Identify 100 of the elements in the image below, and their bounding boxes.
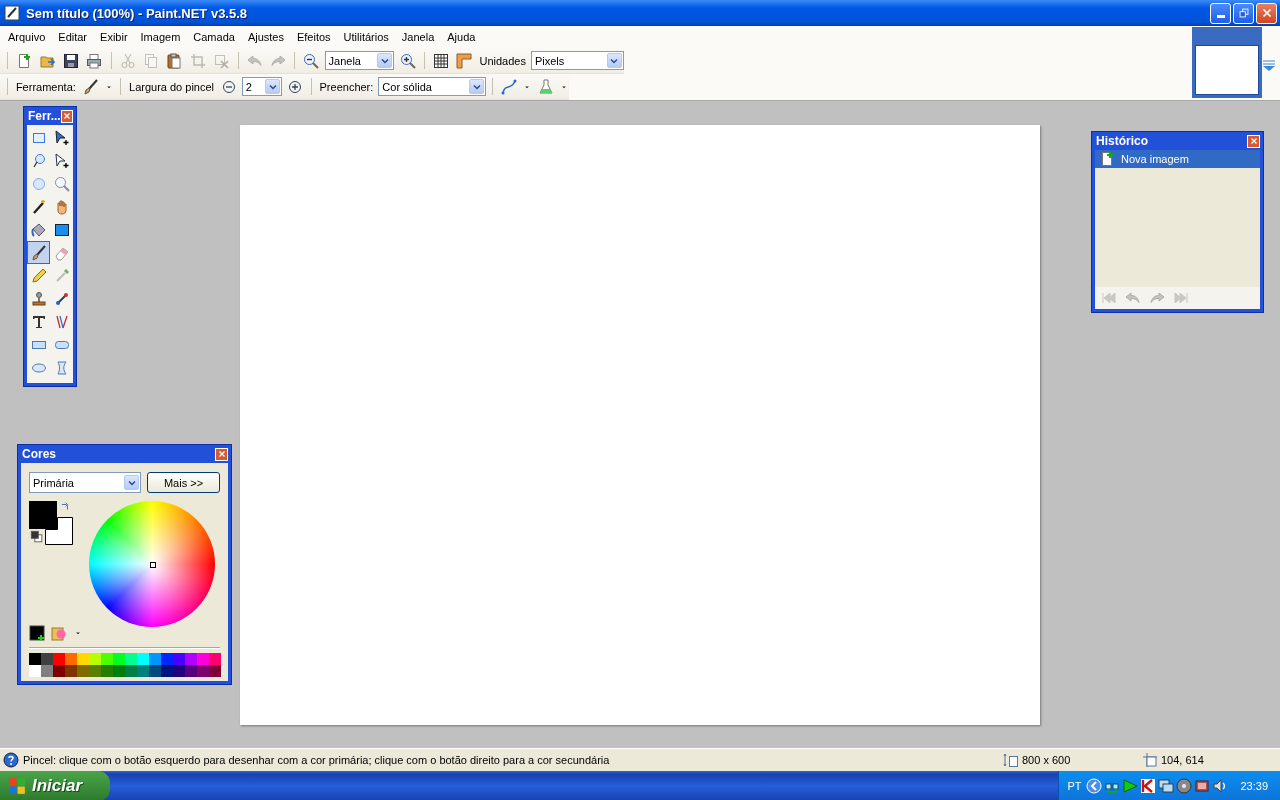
palette-swatch[interactable] <box>41 653 53 665</box>
palette-swatch[interactable] <box>65 653 77 665</box>
tray-monitor-icon[interactable] <box>1158 778 1175 794</box>
palette-swatch[interactable] <box>77 653 89 665</box>
zoom-in-icon[interactable] <box>399 52 416 69</box>
palette-swatch[interactable] <box>113 665 125 677</box>
palette-swatch[interactable] <box>137 665 149 677</box>
menu-item[interactable]: Editar <box>52 31 95 43</box>
palette-swatch[interactable] <box>29 665 41 677</box>
recolor-icon <box>53 290 70 307</box>
palette-folder-icon[interactable] <box>51 625 67 641</box>
cursor-position-icon <box>1142 752 1158 768</box>
palette-swatch[interactable] <box>77 665 89 677</box>
fill-dropdown[interactable]: Cor sólida <box>378 77 487 96</box>
palette-swatch[interactable] <box>41 665 53 677</box>
tray-disc-icon[interactable] <box>1176 778 1193 794</box>
units-dropdown[interactable]: Pixels <box>530 51 624 70</box>
close-button[interactable] <box>215 447 228 461</box>
palette-swatch[interactable] <box>137 653 149 665</box>
app-icon <box>4 5 20 21</box>
save-icon[interactable] <box>62 52 79 69</box>
palette-swatch[interactable] <box>65 665 77 677</box>
tray-play-icon[interactable] <box>1122 778 1139 794</box>
palette-swatch[interactable] <box>161 653 173 665</box>
close-button[interactable] <box>1256 2 1277 24</box>
palette-swatch[interactable] <box>173 665 185 677</box>
outline-arrow-icon <box>53 152 70 169</box>
palette-swatch[interactable] <box>89 665 101 677</box>
reset-colors-icon[interactable] <box>30 530 44 544</box>
expand-icon[interactable] <box>1262 58 1278 74</box>
swap-arrows-icon[interactable] <box>60 502 70 512</box>
more-button[interactable]: Mais >> <box>147 472 220 493</box>
zoom-out-icon[interactable] <box>303 52 320 69</box>
palette-swatch[interactable] <box>113 653 125 665</box>
image-thumbnail[interactable] <box>1192 27 1262 98</box>
palette-swatch[interactable] <box>197 653 209 665</box>
brush-width-dropdown[interactable]: 2 <box>241 77 282 96</box>
close-icon <box>216 449 227 459</box>
language-indicator[interactable]: PT <box>1067 780 1082 792</box>
palette-swatch[interactable] <box>125 653 137 665</box>
palette-swatch[interactable] <box>185 653 197 665</box>
menu-item[interactable]: Camada <box>187 31 242 43</box>
palette-swatch[interactable] <box>89 653 101 665</box>
palette-swatch[interactable] <box>53 653 65 665</box>
palette-swatch[interactable] <box>209 665 221 677</box>
tray-k-icon[interactable] <box>1140 778 1157 794</box>
image-size: 800 x 600 <box>1022 754 1071 766</box>
gradient-icon <box>53 221 70 238</box>
tool-button[interactable] <box>27 241 50 264</box>
palette-swatch[interactable] <box>185 665 197 677</box>
primary-color-swatch[interactable] <box>29 501 57 529</box>
menu-item[interactable]: Exibir <box>94 31 135 43</box>
color-mode-dropdown[interactable]: Primária <box>29 472 141 493</box>
zoom-dropdown[interactable]: Janela <box>324 51 395 70</box>
curve-icon[interactable] <box>501 78 518 95</box>
menu-item[interactable]: Ajustes <box>241 31 291 43</box>
history-item[interactable]: Nova imagem <box>1095 150 1260 168</box>
close-button[interactable] <box>1247 134 1260 148</box>
help-icon <box>3 752 19 768</box>
minus-circle-icon[interactable] <box>220 78 237 95</box>
clipboard-icon[interactable] <box>166 52 183 69</box>
windows-flag-icon <box>8 777 26 795</box>
palette-swatch[interactable] <box>29 653 41 665</box>
menu-item[interactable]: Ajuda <box>441 31 483 43</box>
menu-item[interactable]: Arquivo <box>2 31 53 43</box>
new-file-icon[interactable] <box>16 52 33 69</box>
menu-item[interactable]: Janela <box>395 31 442 43</box>
plus-circle-icon[interactable] <box>286 78 303 95</box>
paint-bucket-icon <box>30 221 47 238</box>
palette-swatch[interactable] <box>197 665 209 677</box>
printer-icon[interactable] <box>86 52 103 69</box>
tray-chip-icon[interactable] <box>1194 778 1211 794</box>
grid-icon[interactable] <box>432 52 449 69</box>
menu-item[interactable]: Utilitários <box>337 31 396 43</box>
palette-swatch[interactable] <box>209 653 221 665</box>
close-button[interactable] <box>60 109 73 123</box>
line-curve-icon <box>53 313 70 330</box>
palette-swatch[interactable] <box>173 653 185 665</box>
ruler-icon[interactable] <box>456 52 473 69</box>
palette-swatch[interactable] <box>101 665 113 677</box>
palette-swatch[interactable] <box>149 653 161 665</box>
palette-swatch[interactable] <box>125 665 137 677</box>
start-button[interactable]: Iniciar <box>0 771 110 800</box>
palette-swatch[interactable] <box>53 665 65 677</box>
image-size-icon <box>1003 752 1019 768</box>
paintbrush-icon[interactable] <box>82 78 99 95</box>
palette-swatch[interactable] <box>101 653 113 665</box>
menu-item[interactable]: Efeitos <box>290 31 338 43</box>
minimize-button[interactable] <box>1210 2 1231 24</box>
palette-swatch[interactable] <box>161 665 173 677</box>
window-title: Sem título (100%) - Paint.NET v3.5.8 <box>26 5 248 21</box>
restore-icon <box>1236 6 1251 20</box>
flask-icon[interactable] <box>537 78 554 95</box>
palette-swatch[interactable] <box>149 665 161 677</box>
toolbar-label: Preencher: <box>318 80 375 93</box>
restore-button[interactable] <box>1233 2 1254 24</box>
history-item-label: Nova imagem <box>1121 153 1189 165</box>
secondary-color-swatch[interactable] <box>45 517 73 545</box>
menu-item[interactable]: Imagem <box>134 31 188 43</box>
add-color-icon[interactable] <box>29 625 45 641</box>
